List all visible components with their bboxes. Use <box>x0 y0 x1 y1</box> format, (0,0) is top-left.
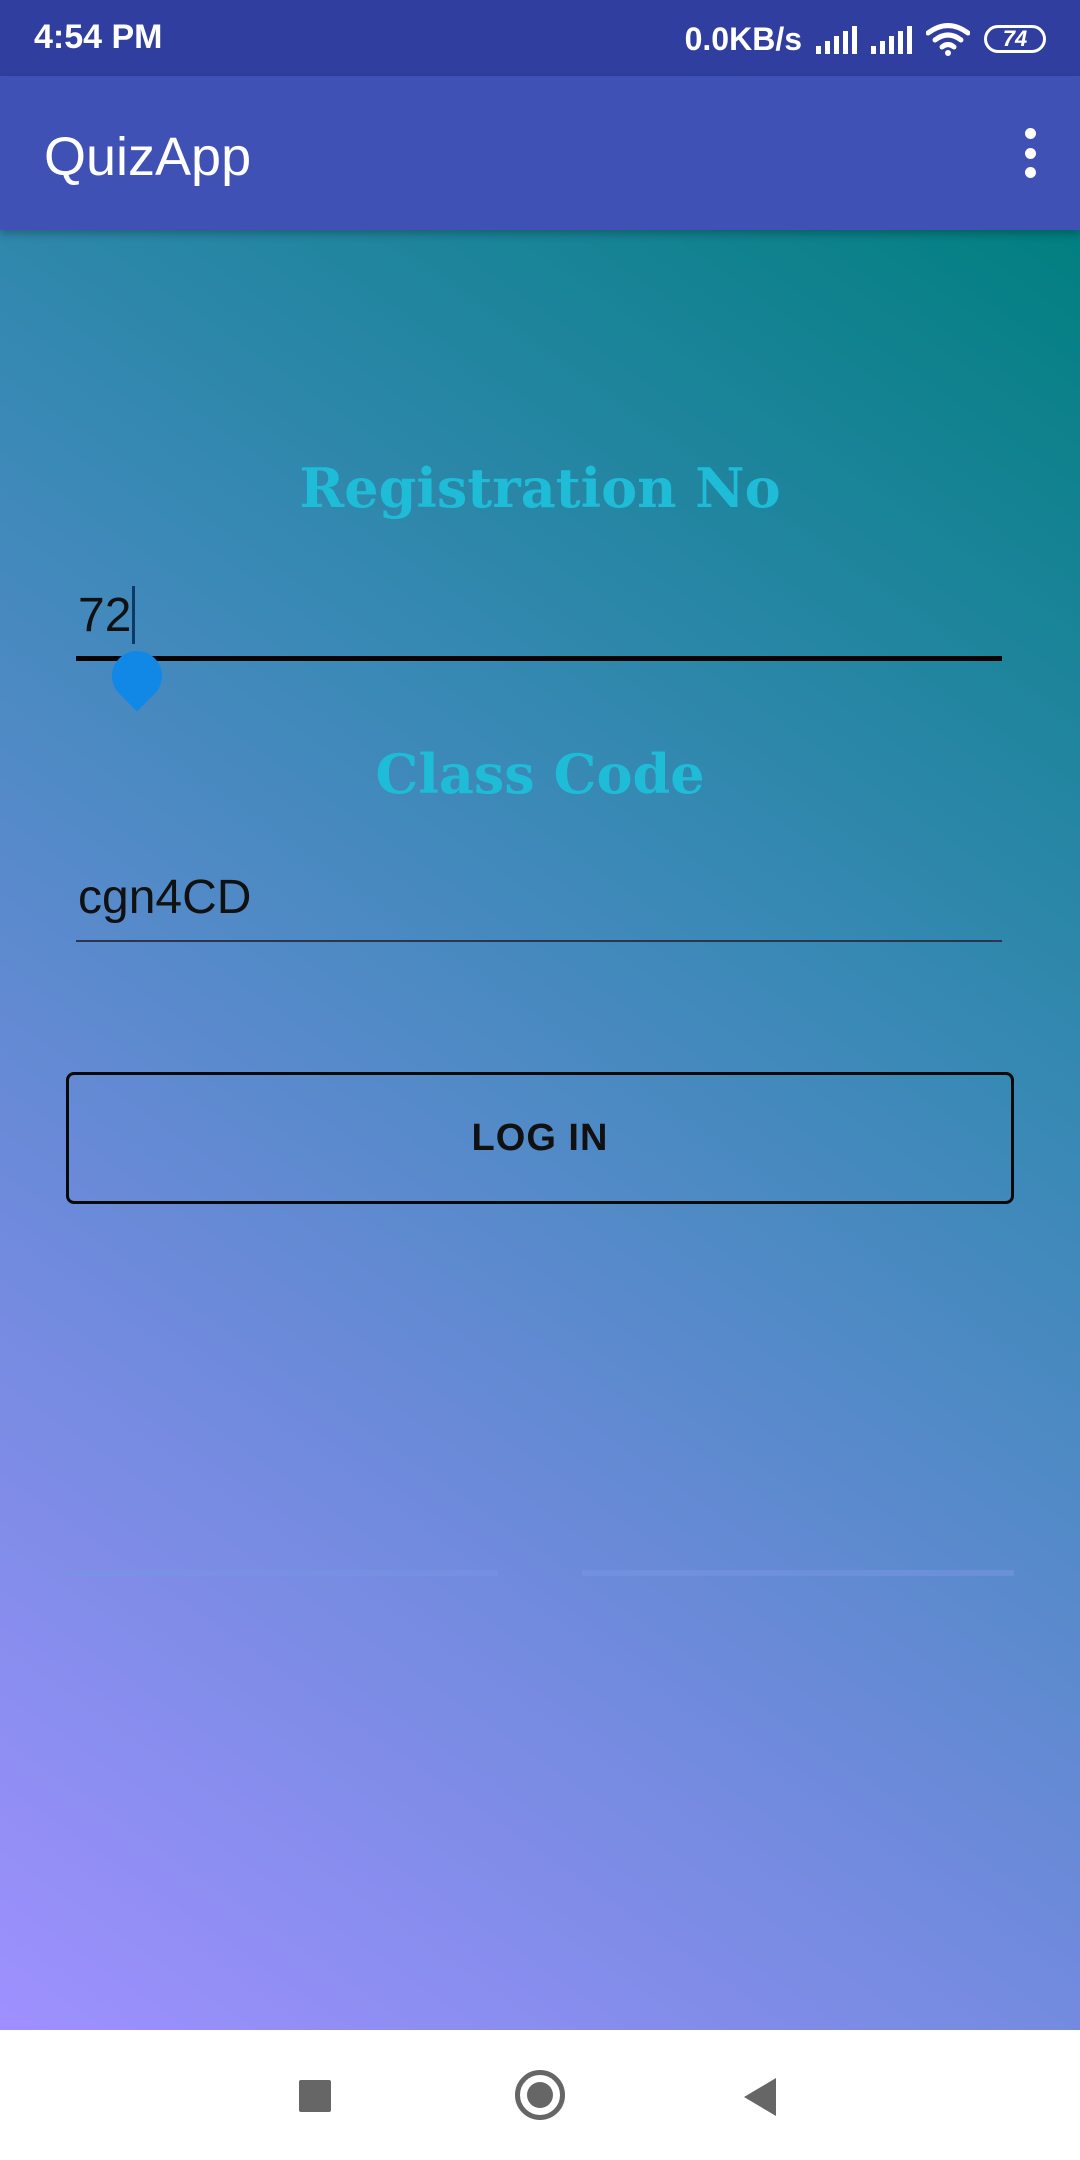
home-circle-icon[interactable] <box>515 2070 565 2120</box>
back-triangle-icon[interactable] <box>744 2078 776 2116</box>
text-cursor <box>132 586 135 644</box>
app-title: QuizApp <box>44 127 252 187</box>
class-code-underline <box>76 940 1002 942</box>
battery-level: 74 <box>1002 26 1028 51</box>
signal-icon-2 <box>871 24 912 54</box>
app-bar: QuizApp <box>0 76 1080 230</box>
network-speed: 0.0KB/s <box>684 20 802 57</box>
registration-underline <box>76 656 1002 661</box>
divider-right <box>582 1570 1014 1576</box>
cursor-handle[interactable] <box>101 640 173 712</box>
wifi-icon <box>926 23 970 56</box>
login-button[interactable]: LOG IN <box>66 1072 1014 1204</box>
registration-heading: Registration No <box>299 456 781 520</box>
class-code-heading: Class Code <box>375 742 705 806</box>
navigation-bar <box>0 2030 1080 2160</box>
class-code-input[interactable]: cgn4CD <box>76 870 1002 990</box>
registration-value: 72 <box>78 589 132 642</box>
status-time: 4:54 PM <box>34 18 163 56</box>
recents-square-icon[interactable] <box>299 2080 331 2112</box>
battery-icon: 74 <box>984 25 1046 53</box>
status-bar: 4:54 PM 0.0KB/s 74 <box>0 0 1080 76</box>
more-vert-icon[interactable] <box>1020 128 1040 178</box>
login-screen: Registration No 72 Class Code cgn4CD LOG… <box>0 230 1080 2030</box>
signal-icon <box>816 24 857 54</box>
class-code-value: cgn4CD <box>78 871 252 924</box>
registration-input[interactable]: 72 <box>76 586 1002 712</box>
divider-left <box>66 1570 498 1576</box>
status-icons: 0.0KB/s 74 <box>685 14 1046 64</box>
